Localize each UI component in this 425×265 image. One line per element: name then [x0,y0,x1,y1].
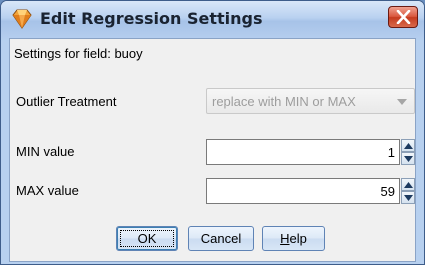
close-icon [396,10,411,24]
max-decrement-button[interactable] [401,191,415,204]
title-bar[interactable]: Edit Regression Settings [1,1,424,38]
min-increment-button[interactable] [401,139,415,152]
dialog-body: Settings for field: buoy Outlier Treatme… [9,38,416,262]
min-value-spinner: 1 [206,139,415,165]
outlier-treatment-value: replace with MIN or MAX [212,94,356,109]
cancel-button-label: Cancel [200,231,242,246]
min-decrement-button[interactable] [401,152,415,165]
dialog-title: Edit Regression Settings [40,9,263,28]
arrow-down-icon [404,195,413,201]
outlier-treatment-label: Outlier Treatment [16,94,117,109]
diamond-icon [12,9,32,29]
ok-button[interactable]: OK [116,226,178,251]
close-button[interactable] [388,6,418,28]
max-value-spinner: 59 [206,178,415,204]
chevron-down-icon [397,99,407,105]
min-value-label: MIN value [16,144,75,159]
min-value-input[interactable]: 1 [206,139,400,165]
arrow-up-icon [404,182,413,188]
arrow-up-icon [404,143,413,149]
help-button[interactable]: Help [262,226,325,251]
focus-rectangle [120,230,174,247]
dialog-window: Edit Regression Settings Settings for fi… [0,0,425,265]
max-value-label: MAX value [16,183,79,198]
max-value-input[interactable]: 59 [206,178,400,204]
arrow-down-icon [404,156,413,162]
outlier-treatment-select: replace with MIN or MAX [206,88,415,114]
help-button-mnemonic: H [280,231,290,246]
help-button-label: elp [289,231,307,246]
max-increment-button[interactable] [401,178,415,191]
cancel-button[interactable]: Cancel [188,226,254,251]
field-label: Settings for field: buoy [14,46,143,61]
